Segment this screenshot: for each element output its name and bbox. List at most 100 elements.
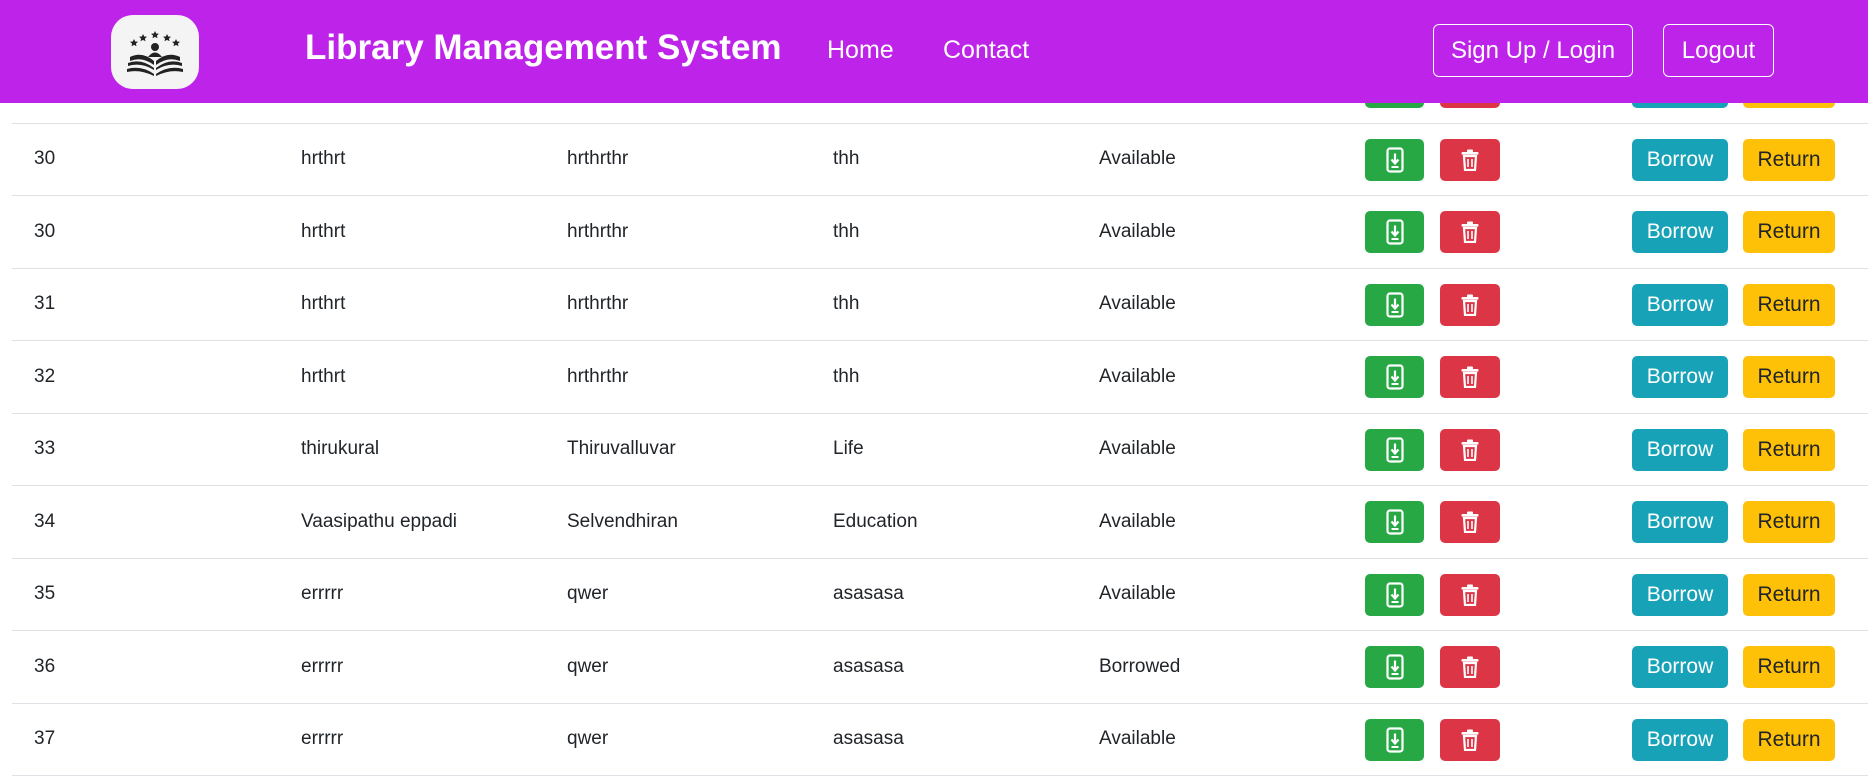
borrow-button[interactable]: Borrow [1632, 356, 1728, 398]
book-status: Available [1099, 486, 1176, 558]
table-row: 36 errrrr qwer asasasa Borrowed [12, 631, 1868, 704]
book-author: hrthrthr [567, 124, 628, 196]
book-author: hrthrthr [567, 196, 628, 268]
table-row: 34 Vaasipathu eppadi Selvendhiran Educat… [12, 486, 1868, 559]
delete-button[interactable] [1440, 501, 1500, 543]
table-row: 33 thirukural Thiruvalluvar Life Availab… [12, 414, 1868, 487]
book-id: 34 [34, 486, 55, 558]
download-icon [1386, 292, 1404, 318]
download-button[interactable] [1365, 429, 1424, 471]
book-genre: thh [833, 124, 859, 196]
book-title: hrthrt [301, 269, 345, 341]
return-button[interactable]: Return [1743, 646, 1835, 688]
library-logo[interactable] [111, 15, 199, 89]
book-id: 31 [34, 269, 55, 341]
download-icon [1386, 364, 1404, 390]
borrow-button[interactable]: Borrow [1632, 429, 1728, 471]
book-genre: Education [833, 486, 918, 558]
return-button[interactable]: Return [1743, 501, 1835, 543]
book-id: 37 [34, 704, 55, 776]
logout-button[interactable]: Logout [1663, 24, 1774, 77]
return-button[interactable]: Return [1743, 284, 1835, 326]
download-button[interactable] [1365, 356, 1424, 398]
download-icon [1386, 509, 1404, 535]
borrow-button[interactable]: Borrow [1632, 284, 1728, 326]
return-button[interactable]: Return [1743, 429, 1835, 471]
download-icon [1386, 437, 1404, 463]
book-title: hrthrt [301, 341, 345, 413]
book-title: Vaasipathu eppadi [301, 486, 457, 558]
book-status: Available [1099, 341, 1176, 413]
book-genre: thh [833, 269, 859, 341]
book-author: qwer [567, 559, 608, 631]
trash-icon [1461, 149, 1479, 171]
table-row: 30 hrthrt hrthrthr thh Available [12, 196, 1868, 269]
borrow-button[interactable]: Borrow [1632, 574, 1728, 616]
book-logo-icon [124, 27, 186, 77]
trash-icon [1461, 366, 1479, 388]
book-author: hrthrthr [567, 269, 628, 341]
download-button[interactable] [1365, 211, 1424, 253]
book-author: qwer [567, 704, 608, 776]
delete-button[interactable] [1440, 719, 1500, 761]
signup-login-button[interactable]: Sign Up / Login [1433, 24, 1633, 77]
return-button[interactable]: Return [1743, 719, 1835, 761]
borrow-button[interactable]: Borrow [1632, 139, 1728, 181]
delete-button[interactable] [1440, 356, 1500, 398]
book-id: 30 [34, 196, 55, 268]
borrow-button[interactable]: Borrow [1632, 501, 1728, 543]
nav-home-link[interactable]: Home [827, 36, 894, 65]
trash-icon [1461, 294, 1479, 316]
book-genre: thh [833, 341, 859, 413]
book-genre: asasasa [833, 631, 904, 703]
book-title: errrrr [301, 559, 343, 631]
navbar: Library Management System Home Contact S… [0, 0, 1868, 103]
delete-button[interactable] [1440, 284, 1500, 326]
borrow-button[interactable]: Borrow [1632, 646, 1728, 688]
book-genre: thh [833, 196, 859, 268]
download-button[interactable] [1365, 646, 1424, 688]
delete-button[interactable] [1440, 429, 1500, 471]
borrow-button[interactable]: Borrow [1632, 719, 1728, 761]
trash-icon [1461, 511, 1479, 533]
book-title: errrrr [301, 704, 343, 776]
return-button[interactable]: Return [1743, 211, 1835, 253]
book-status: Available [1099, 414, 1176, 486]
book-title: errrrr [301, 631, 343, 703]
download-button[interactable] [1365, 139, 1424, 181]
return-button[interactable]: Return [1743, 574, 1835, 616]
delete-button[interactable] [1440, 646, 1500, 688]
download-icon [1386, 219, 1404, 245]
book-author: Thiruvalluvar [567, 414, 676, 486]
table-row: 32 hrthrt hrthrthr thh Available [12, 341, 1868, 414]
book-genre: asasasa [833, 559, 904, 631]
return-button[interactable]: Return [1743, 356, 1835, 398]
trash-icon [1461, 439, 1479, 461]
book-genre: Life [833, 414, 864, 486]
return-button[interactable]: Return [1743, 139, 1835, 181]
book-title: thirukural [301, 414, 379, 486]
book-id: 35 [34, 559, 55, 631]
delete-button[interactable] [1440, 211, 1500, 253]
delete-button[interactable] [1440, 139, 1500, 181]
download-icon [1386, 147, 1404, 173]
download-icon [1386, 654, 1404, 680]
borrow-button[interactable]: Borrow [1632, 211, 1728, 253]
book-id: 30 [34, 124, 55, 196]
book-status: Available [1099, 559, 1176, 631]
book-status: Available [1099, 704, 1176, 776]
download-button[interactable] [1365, 284, 1424, 326]
book-title: hrthrt [301, 124, 345, 196]
nav-contact-link[interactable]: Contact [943, 36, 1029, 65]
book-genre: asasasa [833, 704, 904, 776]
brand-title[interactable]: Library Management System [305, 28, 782, 68]
book-author: hrthrthr [567, 341, 628, 413]
download-button[interactable] [1365, 574, 1424, 616]
download-icon [1386, 727, 1404, 753]
download-button[interactable] [1365, 719, 1424, 761]
book-status: Borrowed [1099, 631, 1180, 703]
download-button[interactable] [1365, 501, 1424, 543]
table-row: 37 errrrr qwer asasasa Available [12, 704, 1868, 776]
delete-button[interactable] [1440, 574, 1500, 616]
book-status: Available [1099, 196, 1176, 268]
